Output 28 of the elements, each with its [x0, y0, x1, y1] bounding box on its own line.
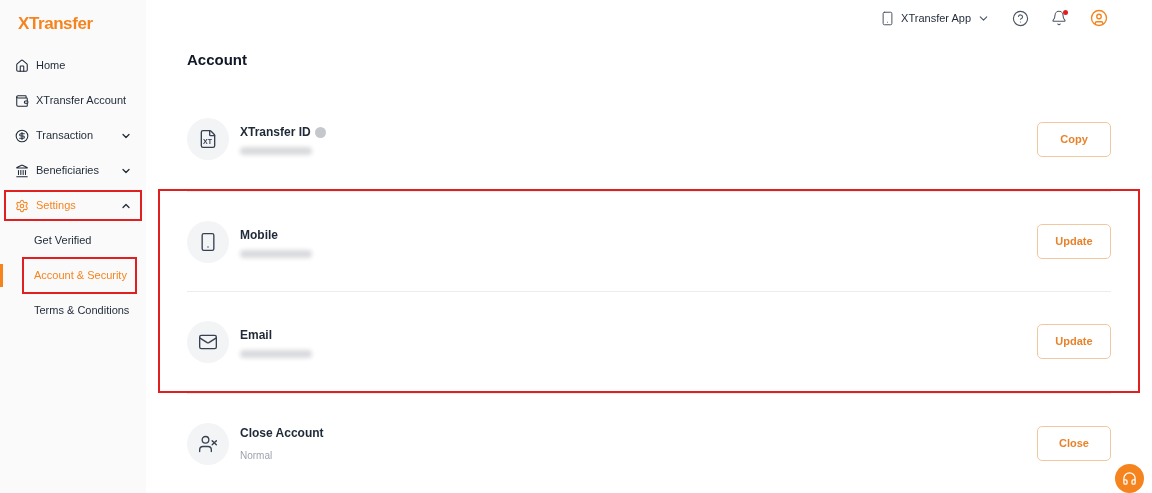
- user-remove-icon: [187, 422, 229, 465]
- dollar-icon: [15, 128, 29, 143]
- nav-subitem[interactable]: Terms & Conditions: [22, 292, 142, 329]
- row-title: Email: [240, 326, 272, 344]
- app-download-link[interactable]: XTransfer App: [880, 10, 990, 27]
- row-title: Close Account: [240, 425, 324, 442]
- user-avatar-icon[interactable]: [1090, 9, 1108, 28]
- nav-item[interactable]: Beneficiaries: [4, 155, 142, 186]
- nav-subitem[interactable]: Get Verified: [22, 222, 104, 259]
- row-title: Mobile: [240, 226, 278, 244]
- notification-button[interactable]: [1051, 9, 1068, 27]
- support-button[interactable]: [1115, 464, 1144, 493]
- mail-icon: [187, 320, 229, 363]
- help-icon[interactable]: [1012, 9, 1029, 27]
- page-title: Account: [187, 49, 248, 70]
- home-icon: [15, 58, 29, 73]
- row-title: XTransfer ID: [240, 124, 311, 141]
- nav-item[interactable]: XTransfer Account: [4, 85, 142, 116]
- bank-icon: [15, 163, 29, 178]
- headset-icon: [1122, 471, 1137, 486]
- settings-icon: [15, 198, 29, 213]
- nav-item[interactable]: Transaction: [4, 120, 142, 151]
- phone-icon: [187, 220, 229, 263]
- phone-icon: [880, 10, 896, 26]
- nav-item[interactable]: Home: [4, 50, 142, 81]
- logo: XTransfer: [17, 13, 94, 36]
- wallet-icon: [15, 93, 29, 108]
- row-value: Normal: [240, 449, 274, 463]
